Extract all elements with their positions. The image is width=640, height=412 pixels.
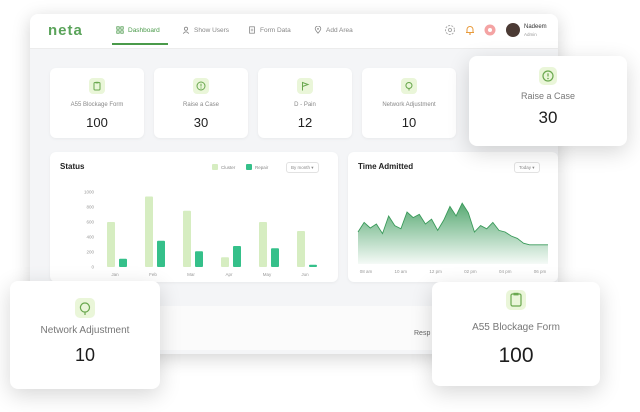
y-tick-label: 400 bbox=[86, 235, 94, 240]
stat-label: A55 Blockage Form bbox=[70, 102, 124, 108]
icon-bg bbox=[401, 78, 417, 94]
float-card-blockage[interactable]: A55 Blockage Form 100 bbox=[432, 282, 600, 386]
bar-repair-apr bbox=[233, 246, 241, 267]
bell-icon[interactable] bbox=[464, 24, 476, 36]
flag-icon bbox=[302, 81, 310, 91]
x-tick-label: 04 pm bbox=[499, 269, 512, 274]
stat-value: 100 bbox=[86, 115, 108, 130]
stat-label: Raise a Case bbox=[182, 102, 220, 108]
y-tick-label: 0 bbox=[91, 265, 94, 270]
x-tick-label: Apr bbox=[225, 272, 233, 277]
area-fill bbox=[358, 203, 548, 264]
nav-form-data[interactable]: Form Data bbox=[248, 26, 291, 34]
settings-gear-icon[interactable] bbox=[444, 24, 456, 36]
float-value: 10 bbox=[74, 345, 96, 365]
float-value: 30 bbox=[538, 108, 558, 127]
nav-add-area[interactable]: Add Area bbox=[314, 26, 353, 34]
status-bar-chart: 1000 800 600 400 200 0 Jan Feb Mar Apr May Jun bbox=[84, 190, 317, 277]
bar-cluster-feb bbox=[145, 196, 153, 267]
icon-bg bbox=[89, 78, 105, 94]
y-tick-label: 200 bbox=[86, 250, 94, 255]
nav-show-users[interactable]: Show Users bbox=[182, 26, 229, 34]
stat-card-network[interactable]: Network Adjustment 10 bbox=[362, 68, 456, 138]
user-icon bbox=[182, 26, 190, 34]
bar-repair-may bbox=[271, 248, 279, 267]
icon-bg bbox=[297, 78, 313, 94]
float-card-network[interactable]: Network Adjustment 10 bbox=[10, 281, 160, 389]
icon-bg bbox=[75, 298, 95, 318]
x-tick-label: 02 pm bbox=[464, 269, 477, 274]
icon-bg bbox=[506, 290, 526, 310]
bar-cluster-jun bbox=[297, 231, 305, 267]
clipboard-icon bbox=[93, 81, 101, 91]
x-tick-label: 08 am bbox=[360, 269, 373, 274]
bar-repair-jun bbox=[309, 264, 317, 267]
bar-repair-jan bbox=[119, 258, 127, 267]
stat-value: 10 bbox=[401, 115, 417, 130]
stat-label: D - Pain bbox=[294, 102, 316, 108]
bar-repair-mar bbox=[195, 251, 203, 267]
clipboard-icon bbox=[510, 292, 522, 307]
x-tick-label: May bbox=[263, 272, 272, 277]
stat-card-raise-case[interactable]: Raise a Case 30 bbox=[154, 68, 248, 138]
nav-label: Add Area bbox=[326, 26, 353, 34]
stat-label: Network Adjustment bbox=[382, 102, 436, 108]
nav-label: Form Data bbox=[260, 26, 291, 34]
x-tick-label: Feb bbox=[149, 272, 157, 277]
x-tick-label: Jun bbox=[301, 272, 309, 277]
x-tick-label: 10 am bbox=[395, 269, 408, 274]
status-panel: Status Cluster Repair By month ▾ 1000 800… bbox=[50, 152, 338, 282]
network-icon bbox=[79, 302, 91, 315]
bar-cluster-jan bbox=[107, 222, 115, 267]
time-area-chart: 08 am 10 am 12 pm 02 pm 04 pm 06 pm bbox=[357, 202, 548, 274]
float-label: Network Adjustment bbox=[40, 325, 130, 336]
x-tick-label: 06 pm bbox=[534, 269, 547, 274]
y-tick-label: 1000 bbox=[84, 190, 95, 195]
document-icon bbox=[249, 26, 255, 34]
float-value: 100 bbox=[498, 344, 534, 367]
stat-value: 12 bbox=[297, 115, 313, 130]
y-tick-label: 800 bbox=[86, 205, 94, 210]
bar-cluster-apr bbox=[221, 257, 229, 267]
float-label: A55 Blockage Form bbox=[472, 322, 560, 333]
nav-label: Dashboard bbox=[128, 26, 160, 34]
notification-badge-icon[interactable] bbox=[484, 24, 496, 36]
network-icon bbox=[405, 82, 413, 91]
x-tick-label: 12 pm bbox=[429, 269, 442, 274]
stat-card-blockage[interactable]: A55 Blockage Form 100 bbox=[50, 68, 144, 138]
location-pin-icon bbox=[314, 26, 322, 34]
app-logo: neta bbox=[48, 22, 83, 39]
float-label: Raise a Case bbox=[520, 91, 576, 101]
bar-repair-feb bbox=[157, 240, 165, 267]
alert-circle-icon bbox=[196, 81, 206, 91]
icon-bg bbox=[539, 67, 557, 85]
icon-bg bbox=[193, 78, 209, 94]
stat-card-d-pain[interactable]: D - Pain 12 bbox=[258, 68, 352, 138]
bar-cluster-may bbox=[259, 222, 267, 267]
time-admitted-panel: Time Admitted Today ▾ 08 am 10 am 12 pm 02 … bbox=[348, 152, 558, 282]
user-avatar[interactable] bbox=[506, 23, 520, 37]
nav-label: Show Users bbox=[194, 26, 230, 34]
nav-dashboard[interactable]: Dashboard bbox=[116, 26, 160, 34]
top-navbar: neta Dashboard Show Users Form Data Add … bbox=[30, 14, 558, 49]
y-tick-label: 600 bbox=[86, 220, 94, 225]
x-tick-label: Jan bbox=[111, 272, 119, 277]
stat-value: 30 bbox=[193, 115, 209, 130]
grid-icon bbox=[116, 26, 124, 34]
float-card-raise-case[interactable]: Raise a Case 30 bbox=[469, 56, 627, 146]
user-role: Admin bbox=[524, 32, 537, 37]
bar-cluster-mar bbox=[183, 210, 191, 267]
active-tab-indicator bbox=[112, 43, 168, 45]
response-label: Resp bbox=[414, 330, 431, 337]
user-name: Nadeem bbox=[524, 24, 547, 30]
x-tick-label: Mar bbox=[187, 272, 195, 277]
alert-circle-icon bbox=[542, 70, 554, 82]
